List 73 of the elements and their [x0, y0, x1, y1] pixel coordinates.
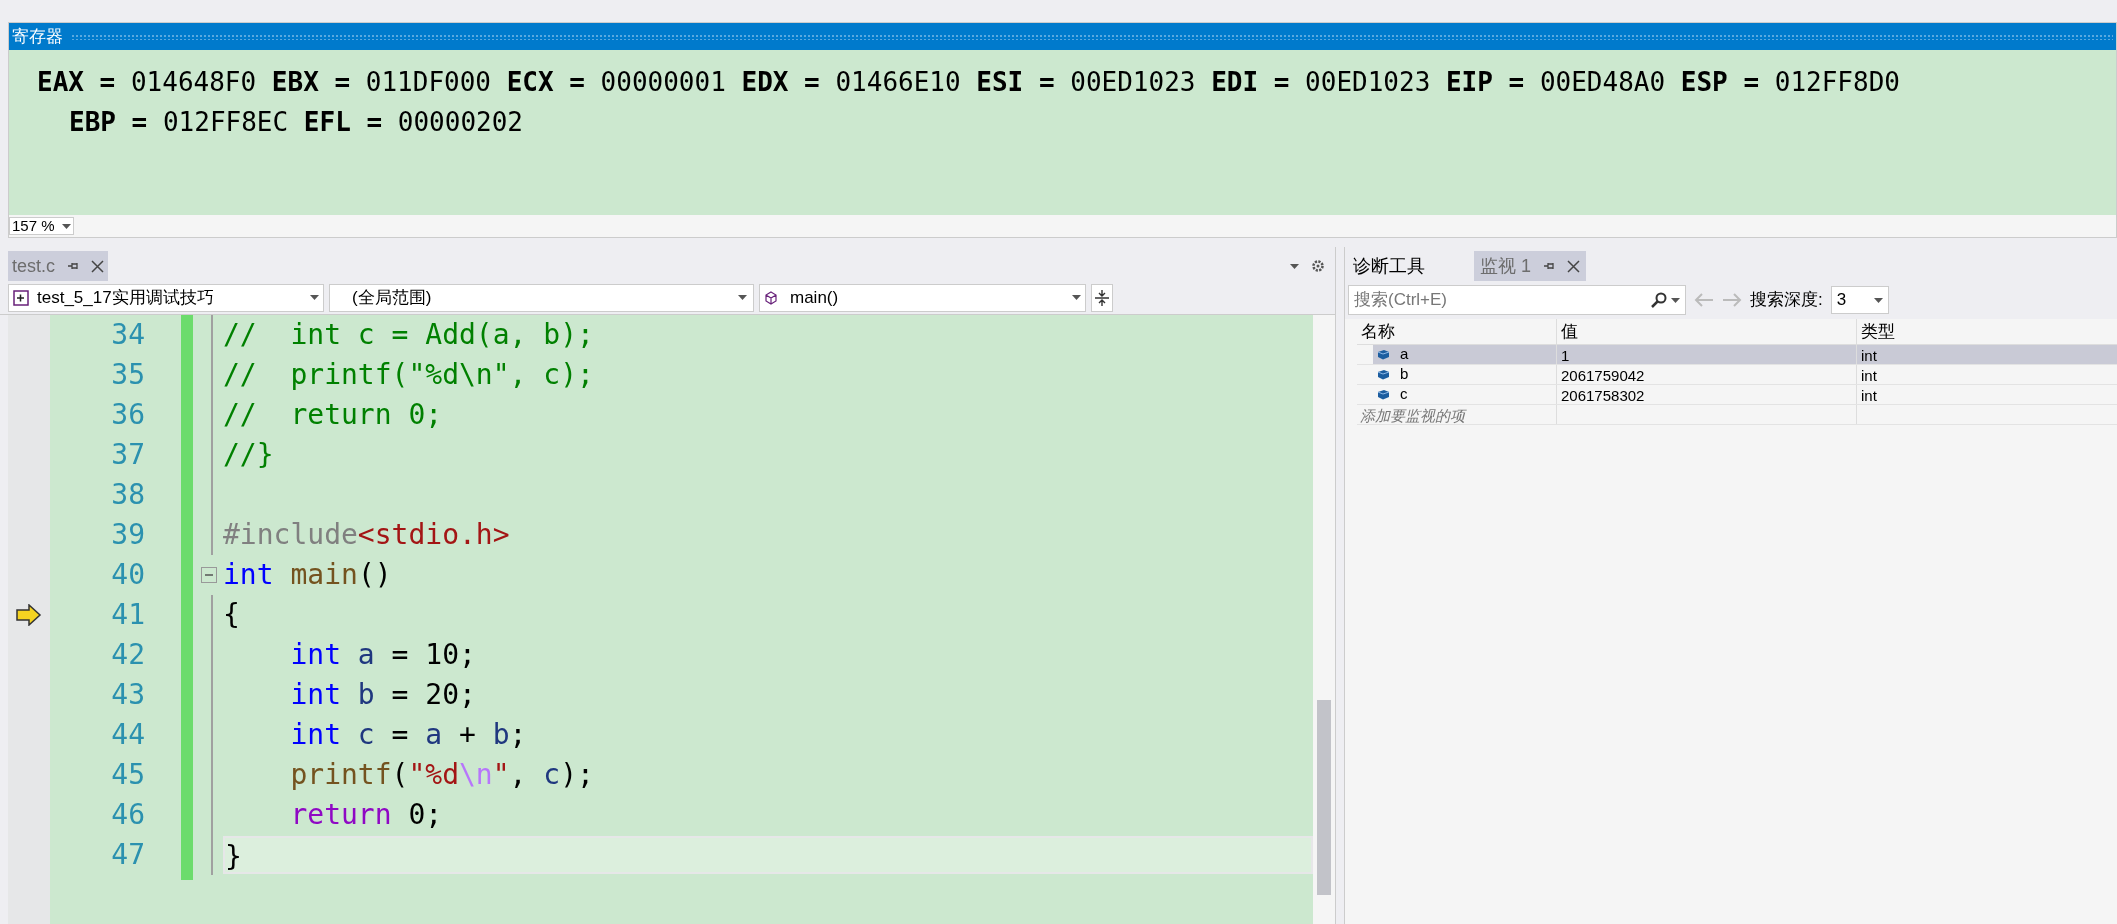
line-number: 34	[111, 317, 145, 353]
code-line: // printf("%d\n", c);	[223, 357, 595, 393]
column-header[interactable]: 值	[1557, 319, 1857, 344]
watch-row-name[interactable]: c	[1373, 385, 1556, 404]
line-number: 42	[111, 637, 145, 673]
watch-value: 1	[1557, 345, 1857, 364]
watch-type: int	[1860, 366, 1878, 384]
register-line: EBP = 012FF8EC EFL = 00000202	[69, 106, 523, 139]
line-number: 44	[111, 717, 145, 753]
dropdown-caret-icon	[1290, 263, 1299, 269]
code-line: int b = 20;	[289, 677, 477, 713]
line-number: 36	[111, 397, 145, 433]
line-number: 35	[111, 357, 145, 393]
variable-icon	[1377, 349, 1390, 360]
code-line: //}	[223, 437, 275, 473]
code-line: // return 0;	[223, 397, 444, 433]
line-number: 37	[111, 437, 145, 473]
split-icon	[1095, 289, 1109, 306]
dropdown-caret-icon	[1671, 297, 1680, 303]
column-header[interactable]: 类型	[1857, 319, 2117, 344]
close-icon[interactable]	[91, 259, 104, 273]
column-header[interactable]: 名称	[1357, 319, 1557, 344]
watch-row-name[interactable]: a	[1373, 345, 1556, 364]
cube-icon	[764, 290, 778, 305]
function-combo[interactable]: main()	[759, 283, 1086, 312]
watch-row-name[interactable]: b	[1373, 365, 1556, 384]
dropdown-caret-icon	[1873, 297, 1883, 303]
pin-icon[interactable]	[1543, 260, 1555, 272]
line-number: 40	[111, 557, 145, 593]
split-button[interactable]	[1091, 283, 1113, 312]
depth-label: 搜索深度:	[1750, 289, 1823, 312]
register-line: EAX = 014648F0 EBX = 011DF000 ECX = 00000001 EDX = 01466E10 ESI = 00ED1023 EDI = 00ED1023 EIP = 00ED48A0 ESP = 012FF8D0	[37, 66, 1900, 99]
panel-tab[interactable]: 诊断工具	[1349, 251, 1429, 281]
line-number: 43	[111, 677, 145, 713]
scope-combo[interactable]: (全局范围)	[329, 283, 754, 312]
watch-type: int	[1857, 345, 2117, 364]
search-icon[interactable]	[1651, 292, 1667, 308]
watch-value: 2061758302	[1557, 385, 1857, 404]
watch-type: int	[1860, 386, 1878, 404]
code-line: #include<stdio.h>	[223, 517, 511, 553]
variable-icon	[1377, 369, 1390, 380]
code-line: int c = a + b;	[289, 717, 528, 753]
code-line: int a = 10;	[289, 637, 477, 673]
dropdown-caret-icon	[310, 295, 319, 300]
line-number: 47	[111, 837, 145, 873]
code-line: // int c = Add(a, b);	[223, 317, 595, 353]
line-number: 41	[111, 597, 145, 633]
add-watch-placeholder[interactable]: 添加要监视的项	[1357, 405, 1557, 424]
vertical-scrollbar[interactable]	[1313, 315, 1335, 924]
dropdown-caret-icon	[1072, 295, 1081, 300]
variable-icon	[1377, 389, 1390, 400]
project-combo[interactable]: test_5_17实用调试技巧	[8, 283, 324, 312]
settings-icon[interactable]	[1311, 259, 1325, 273]
pin-icon[interactable]	[67, 260, 79, 272]
collapse-icon[interactable]	[201, 567, 217, 583]
code-line: return 0;	[289, 797, 444, 833]
zoom-combo[interactable]: 157 %	[9, 217, 74, 235]
watch-value: 2061759042	[1557, 365, 1857, 384]
search-field[interactable]: 搜索(Ctrl+E)	[1348, 285, 1686, 315]
line-number: 39	[111, 517, 145, 553]
dropdown-caret-icon	[738, 295, 747, 300]
dropdown-caret-icon	[62, 223, 71, 229]
line-number: 45	[111, 757, 145, 793]
close-icon[interactable]	[1567, 259, 1580, 273]
project-icon	[13, 289, 29, 306]
scrollbar-thumb[interactable]	[1317, 700, 1331, 895]
code-line: {	[223, 597, 241, 633]
code-line: int main()	[223, 557, 393, 593]
line-number: 46	[111, 797, 145, 833]
code-line: printf("%d\n", c);	[289, 757, 595, 793]
line-number: 38	[111, 477, 145, 513]
depth-combo[interactable]: 3	[1830, 286, 1889, 314]
panel-title: 寄存器	[12, 25, 63, 48]
